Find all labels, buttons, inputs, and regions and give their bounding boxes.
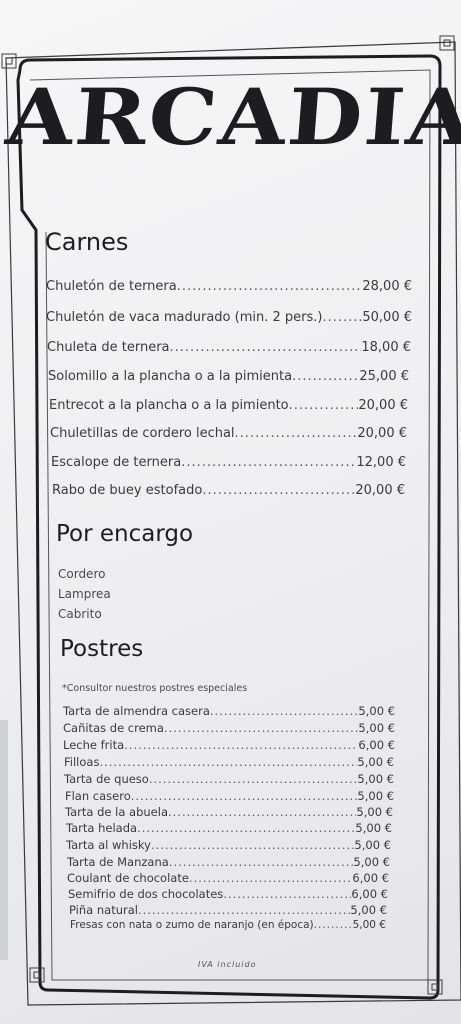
menu-item: Cañitas de crema 5,00 € bbox=[63, 721, 395, 735]
menu-item: Rabo de buey estofado 20,00 € bbox=[52, 483, 405, 498]
menu-item: Chuletillas de cordero lechal 20,00 € bbox=[50, 426, 407, 441]
item-name: Cañitas de crema bbox=[63, 721, 164, 735]
item-price: 12,00 € bbox=[356, 455, 406, 470]
item-price: 5,00 € bbox=[356, 805, 393, 819]
item-name: Tarta helada bbox=[66, 821, 138, 835]
item-name: Chuleta de ternera bbox=[47, 340, 170, 355]
restaurant-name: ARCADIA bbox=[2, 72, 461, 163]
item-price: 20,00 € bbox=[355, 483, 405, 498]
item-name: Solomillo a la plancha o a la pimienta bbox=[48, 369, 293, 384]
item-name: Coulant de chocolate bbox=[67, 871, 189, 885]
item-price: 5,00 € bbox=[357, 772, 394, 786]
item-price: 18,00 € bbox=[361, 340, 411, 355]
list-item: Lamprea bbox=[58, 587, 111, 601]
item-name: Leche frita bbox=[63, 738, 125, 752]
item-name: Filloas bbox=[64, 755, 100, 769]
item-price: 20,00 € bbox=[358, 398, 408, 413]
item-name: Entrecot a la plancha o a la pimiento bbox=[49, 398, 289, 413]
item-price: 5,00 € bbox=[350, 903, 387, 917]
item-price: 25,00 € bbox=[359, 369, 409, 384]
menu-item: Piña natural 5,00 € bbox=[69, 903, 387, 917]
item-name: Tarta al whisky bbox=[66, 838, 151, 852]
item-name: Escalope de ternera bbox=[51, 455, 182, 470]
menu-item: Entrecot a la plancha o a la pimiento 20,… bbox=[49, 398, 408, 413]
item-price: 5,00 € bbox=[354, 838, 391, 852]
menu-item: Tarta de almendra casera 5,00 € bbox=[63, 704, 395, 718]
item-name: Chuletillas de cordero lechal bbox=[50, 426, 235, 441]
item-name: Chuletón de vaca madurado (min. 2 pers.) bbox=[46, 310, 323, 325]
restaurant-logo: ARCADIA bbox=[3, 72, 461, 202]
item-name: Tarta de queso bbox=[64, 772, 149, 786]
menu-item: Tarta al whisky 5,00 € bbox=[66, 838, 391, 852]
tax-note: IVA incluido bbox=[198, 960, 257, 969]
section-title-por-encargo: Por encargo bbox=[56, 521, 194, 547]
list-item: Cordero bbox=[58, 567, 106, 581]
menu-item: Coulant de chocolate 6,00 € bbox=[67, 871, 389, 885]
item-price: 20,00 € bbox=[357, 426, 407, 441]
section-title-carnes: Carnes bbox=[45, 228, 129, 256]
item-price: 5,00 € bbox=[357, 755, 394, 769]
postres-note: *Consultor nuestros postres especiales bbox=[62, 683, 248, 694]
menu-item: Chuletón de ternera 28,00 € bbox=[46, 279, 412, 294]
item-name: Chuletón de ternera bbox=[46, 279, 177, 294]
menu-item: Leche frita 6,00 € bbox=[63, 738, 395, 752]
item-name: Piña natural bbox=[69, 903, 138, 917]
menu-item: Tarta de la abuela 5,00 € bbox=[65, 805, 393, 819]
item-price: 5,00 € bbox=[352, 919, 386, 931]
menu-item: Semifrio de dos chocolates 6,00 € bbox=[68, 887, 388, 901]
item-name: Tarta de la abuela bbox=[65, 805, 168, 819]
item-name: Fresas con nata o zumo de naranjo (en ép… bbox=[70, 919, 314, 931]
item-price: 5,00 € bbox=[358, 721, 395, 735]
menu-item: Tarta de Manzana 5,00 € bbox=[67, 855, 390, 869]
menu-item: Tarta helada 5,00 € bbox=[66, 821, 392, 835]
menu-item: Filloas 5,00 € bbox=[64, 755, 394, 769]
item-price: 6,00 € bbox=[358, 738, 395, 752]
menu-item: Flan casero 5,00 € bbox=[65, 789, 394, 803]
list-item: Cabrito bbox=[58, 607, 102, 621]
item-price: 6,00 € bbox=[352, 871, 389, 885]
item-price: 50,00 € bbox=[362, 310, 412, 325]
menu-item: Chuletón de vaca madurado (min. 2 pers.)… bbox=[46, 310, 412, 325]
item-name: Semifrio de dos chocolates bbox=[68, 887, 224, 901]
item-price: 5,00 € bbox=[357, 789, 394, 803]
section-title-postres: Postres bbox=[60, 636, 144, 662]
item-name: Flan casero bbox=[65, 789, 131, 803]
item-price: 5,00 € bbox=[358, 704, 395, 718]
item-name: Tarta de almendra casera bbox=[63, 704, 210, 718]
item-price: 5,00 € bbox=[353, 855, 390, 869]
item-name: Tarta de Manzana bbox=[67, 855, 169, 869]
menu-item: Escalope de ternera 12,00 € bbox=[51, 455, 406, 470]
menu-item: Fresas con nata o zumo de naranjo (en ép… bbox=[70, 919, 386, 931]
menu-item: Chuleta de ternera 18,00 € bbox=[47, 340, 411, 355]
menu-item: Tarta de queso 5,00 € bbox=[64, 772, 394, 786]
menu-item: Solomillo a la plancha o a la pimienta 25… bbox=[48, 369, 409, 384]
item-price: 28,00 € bbox=[362, 279, 412, 294]
item-name: Rabo de buey estofado bbox=[52, 483, 203, 498]
item-price: 6,00 € bbox=[351, 887, 388, 901]
item-price: 5,00 € bbox=[355, 821, 392, 835]
